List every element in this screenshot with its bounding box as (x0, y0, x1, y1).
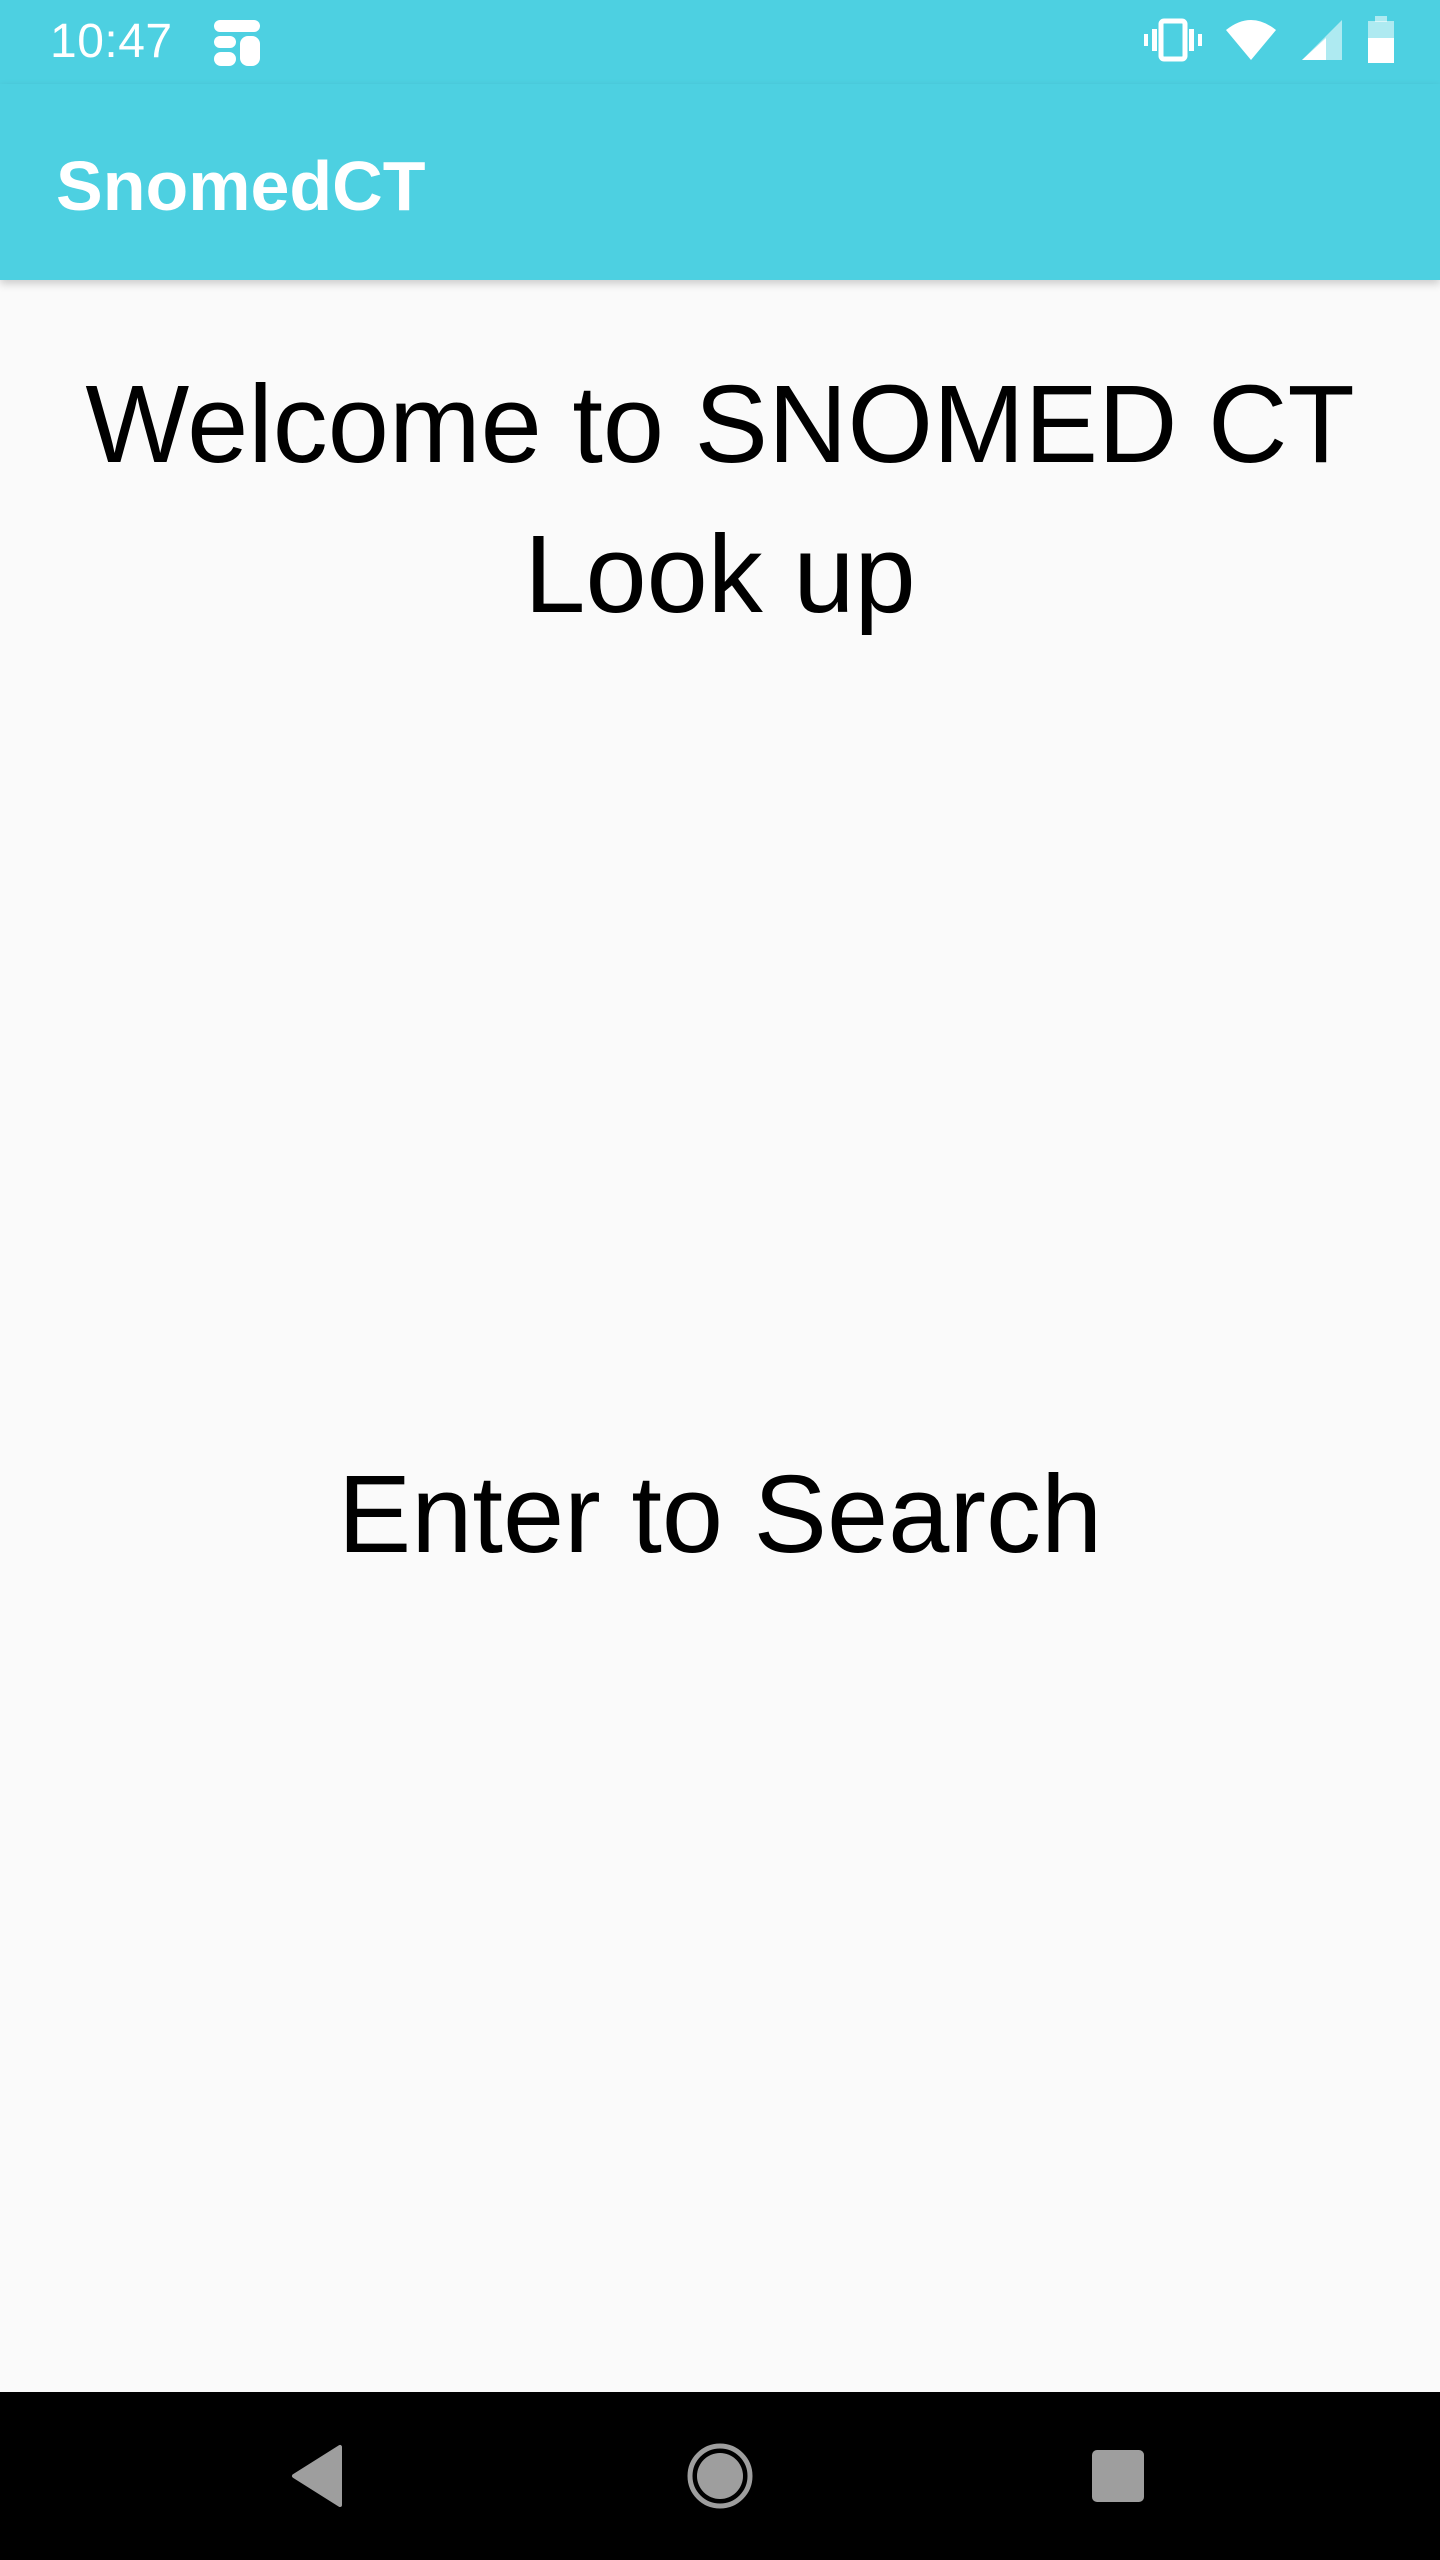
app-bar: SnomedCT (0, 84, 1440, 280)
wifi-icon (1224, 18, 1278, 67)
recents-icon[interactable] (1068, 2426, 1168, 2526)
welcome-line-2: Look up (524, 513, 916, 636)
battery-icon (1366, 15, 1396, 69)
app-notification-icon (212, 18, 262, 68)
home-icon[interactable] (670, 2426, 770, 2526)
cell-signal-icon (1300, 18, 1344, 67)
navigation-bar (0, 2392, 1440, 2560)
status-time: 10:47 (50, 15, 173, 68)
welcome-line-1: Welcome to SNOMED CT (85, 363, 1355, 486)
status-bar: 10:47 (0, 0, 1440, 84)
back-icon[interactable] (268, 2426, 368, 2526)
vibrate-icon (1144, 18, 1202, 67)
welcome-heading: Welcome to SNOMED CT Look up (40, 350, 1400, 650)
enter-to-search-button[interactable]: Enter to Search (0, 1440, 1440, 1590)
app-title: SnomedCT (56, 147, 426, 225)
